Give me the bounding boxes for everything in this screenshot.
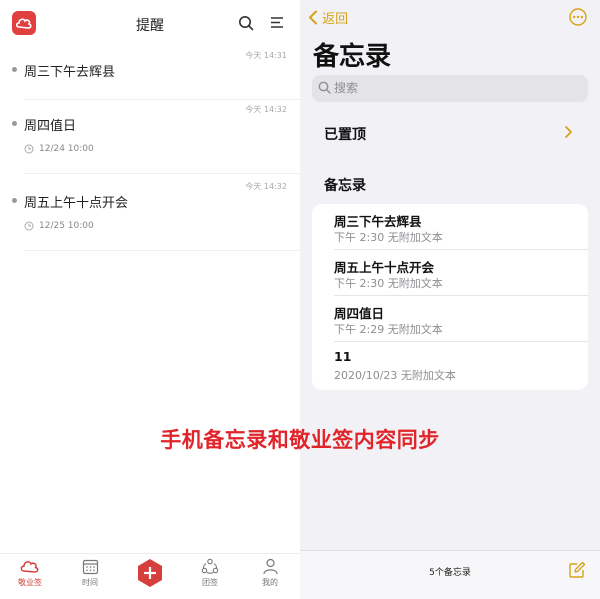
jingyeqian-pane: 提醒 今天 14:31 周三下午去辉县 今天 14:32 周四值日 12/24 … bbox=[0, 0, 300, 599]
chevron-left-icon bbox=[309, 10, 317, 25]
reminder-item[interactable]: 今天 14:32 周四值日 12/24 10:00 bbox=[0, 100, 300, 174]
note-item[interactable]: 11 2020/10/23 无附加文本 bbox=[312, 342, 588, 388]
tab-label: 团签 bbox=[202, 578, 218, 587]
tab-label: 时间 bbox=[82, 578, 98, 587]
reminder-due-date: 12/25 10:00 bbox=[39, 221, 94, 231]
reminder-item[interactable]: 今天 14:31 周三下午去辉县 bbox=[0, 46, 300, 100]
group-icon bbox=[201, 558, 219, 574]
clock-icon bbox=[24, 144, 34, 154]
clock-icon bbox=[24, 221, 34, 231]
note-item[interactable]: 周三下午去辉县 下午 2:30 无附加文本 bbox=[312, 204, 588, 250]
bullet-dot bbox=[12, 121, 17, 126]
search-bar[interactable] bbox=[312, 75, 588, 102]
note-item[interactable]: 周五上午十点开会 下午 2:30 无附加文本 bbox=[312, 250, 588, 296]
reminder-title: 周三下午去辉县 bbox=[24, 65, 116, 80]
left-header: 提醒 bbox=[0, 0, 300, 46]
note-meta: 下午 2:30 无附加文本 bbox=[334, 231, 443, 244]
bullet-dot bbox=[12, 198, 17, 203]
divider bbox=[24, 250, 300, 251]
tab-jingyeqian[interactable]: 敬业签 bbox=[10, 558, 50, 588]
bottom-tab-bar: 敬业签 时间 团签 我的 bbox=[0, 553, 300, 599]
section-title: 备忘录 bbox=[324, 178, 366, 194]
tab-team[interactable]: 团签 bbox=[190, 558, 230, 588]
note-title: 周三下午去辉县 bbox=[334, 214, 422, 229]
back-button[interactable]: 返回 bbox=[308, 8, 348, 27]
search-input[interactable] bbox=[334, 79, 574, 97]
tab-label: 我的 bbox=[262, 578, 278, 587]
bullet-dot bbox=[12, 67, 17, 72]
search-icon[interactable] bbox=[238, 15, 254, 31]
note-meta: 下午 2:29 无附加文本 bbox=[334, 323, 443, 336]
note-title: 11 bbox=[334, 349, 352, 364]
reminder-due-date: 12/24 10:00 bbox=[39, 144, 94, 154]
chevron-right-icon bbox=[565, 126, 572, 138]
note-meta: 2020/10/23 无附加文本 bbox=[334, 369, 456, 382]
person-icon bbox=[262, 558, 278, 575]
note-count: 5个备忘录 bbox=[429, 568, 471, 578]
page-title: 提醒 bbox=[136, 18, 164, 34]
reminder-created-time: 今天 14:31 bbox=[245, 51, 287, 60]
menu-icon[interactable] bbox=[270, 16, 284, 29]
notes-list: 周三下午去辉县 下午 2:30 无附加文本 周五上午十点开会 下午 2:30 无… bbox=[312, 204, 588, 390]
pinned-label: 已置顶 bbox=[324, 127, 366, 143]
pinned-folder[interactable]: 已置顶 bbox=[312, 118, 588, 148]
more-options-icon[interactable] bbox=[569, 8, 587, 26]
calendar-icon bbox=[82, 559, 98, 575]
tab-mine[interactable]: 我的 bbox=[250, 558, 290, 588]
compose-icon[interactable] bbox=[568, 561, 586, 579]
reminder-title: 周五上午十点开会 bbox=[24, 196, 129, 211]
back-label: 返回 bbox=[322, 12, 349, 27]
reminder-item[interactable]: 今天 14:32 周五上午十点开会 12/25 10:00 bbox=[0, 177, 300, 251]
reminder-title: 周四值日 bbox=[24, 119, 77, 134]
reminder-created-time: 今天 14:32 bbox=[245, 182, 287, 191]
overlay-caption: 手机备忘录和敬业签内容同步 bbox=[160, 428, 440, 452]
search-icon bbox=[318, 81, 331, 94]
divider bbox=[24, 173, 300, 174]
notes-toolbar: 5个备忘录 bbox=[300, 550, 600, 599]
note-title: 周五上午十点开会 bbox=[334, 260, 435, 275]
reminder-created-time: 今天 14:32 bbox=[245, 105, 287, 114]
tab-time[interactable]: 时间 bbox=[70, 558, 110, 588]
notes-title: 备忘录 bbox=[313, 42, 392, 72]
cloud-icon bbox=[20, 561, 39, 573]
tab-label: 敬业签 bbox=[18, 578, 42, 587]
note-item[interactable]: 周四值日 下午 2:29 无附加文本 bbox=[312, 296, 588, 342]
note-title: 周四值日 bbox=[334, 306, 385, 321]
note-meta: 下午 2:30 无附加文本 bbox=[334, 277, 443, 290]
add-reminder-button[interactable] bbox=[135, 558, 165, 588]
